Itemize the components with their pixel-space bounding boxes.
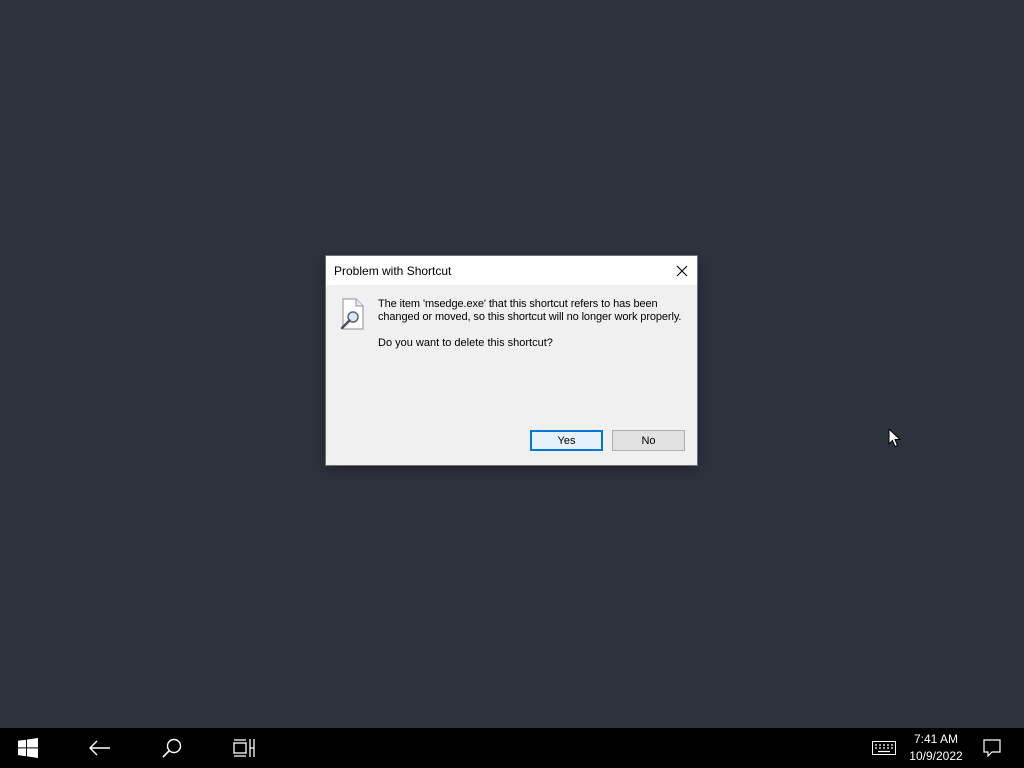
clock-time: 7:41 AM xyxy=(913,732,959,746)
message-line-1: The item 'msedge.exe' that this shortcut… xyxy=(378,298,658,310)
mouse-cursor-icon xyxy=(888,428,902,448)
yes-button[interactable]: Yes xyxy=(530,430,603,451)
search-icon xyxy=(162,738,182,758)
no-button[interactable]: No xyxy=(612,430,685,451)
touch-keyboard-icon xyxy=(872,741,896,755)
search-button[interactable] xyxy=(148,728,196,768)
dialog-title: Problem with Shortcut xyxy=(334,264,452,278)
back-arrow-icon xyxy=(89,740,110,756)
broken-shortcut-icon xyxy=(340,298,364,330)
action-center-button[interactable] xyxy=(968,728,1016,768)
start-button[interactable] xyxy=(4,728,52,768)
system-clock[interactable]: 7:41 AM 10/9/2022 xyxy=(906,731,966,765)
dialog-titlebar[interactable]: Problem with Shortcut xyxy=(326,256,697,285)
taskbar: 7:41 AM 10/9/2022 xyxy=(0,728,1024,768)
message-line-2: changed or moved, so this shortcut will … xyxy=(378,311,682,323)
touch-keyboard-button[interactable] xyxy=(864,728,904,768)
close-icon xyxy=(676,265,688,276)
close-button[interactable] xyxy=(667,256,697,285)
windows-start-icon xyxy=(18,738,38,758)
problem-with-shortcut-dialog: Problem with Shortcut The item 'msedge.e… xyxy=(326,256,697,465)
delete-question: Do you want to delete this shortcut? xyxy=(378,337,553,349)
back-button[interactable] xyxy=(76,728,124,768)
task-view-button[interactable] xyxy=(220,728,268,768)
task-view-icon xyxy=(233,739,255,757)
clock-date: 10/9/2022 xyxy=(909,749,963,763)
notification-icon xyxy=(983,739,1001,757)
